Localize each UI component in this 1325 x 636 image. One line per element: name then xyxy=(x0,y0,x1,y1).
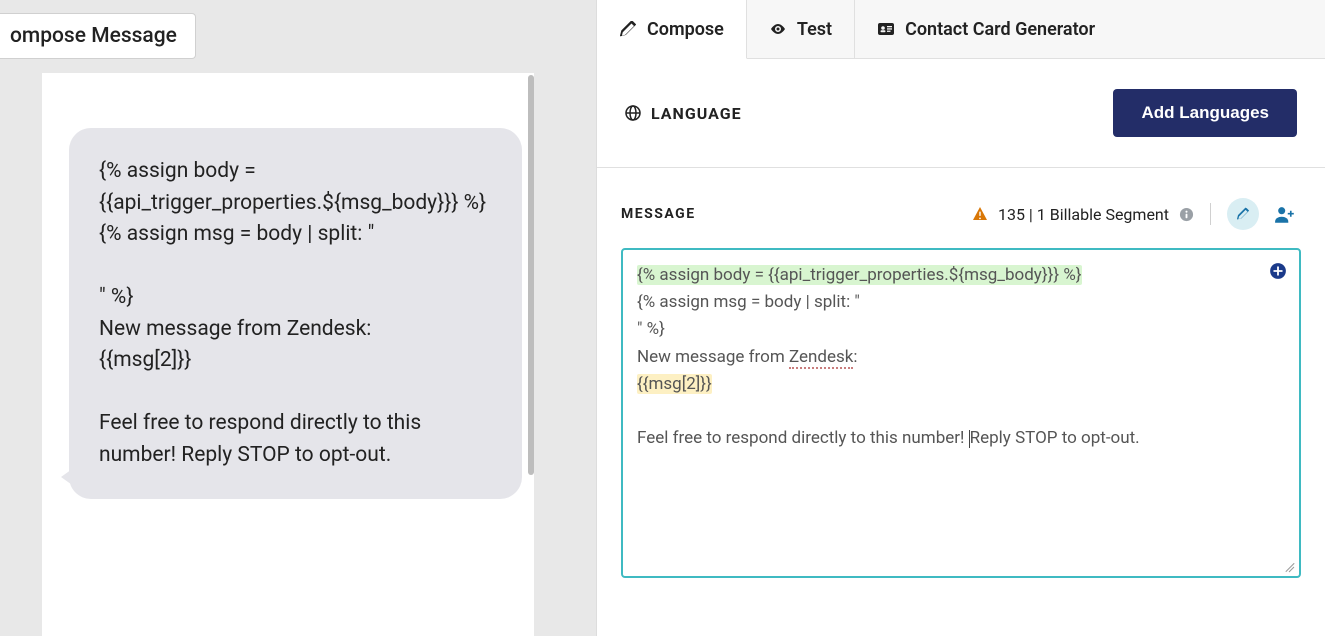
add-languages-label: Add Languages xyxy=(1141,103,1269,122)
editor-line-1: {% assign body = {{api_trigger_propertie… xyxy=(637,265,1082,285)
divider xyxy=(1210,203,1211,225)
compose-message-tab[interactable]: ompose Message xyxy=(0,13,196,59)
card-icon xyxy=(877,20,895,38)
preview-scroll-area[interactable]: {% assign body = {{api_trigger_propertie… xyxy=(42,73,528,636)
add-variable-button[interactable] xyxy=(1269,262,1287,280)
user-plus-icon xyxy=(1274,205,1296,223)
tab-test[interactable]: Test xyxy=(747,0,855,58)
language-label: LANGUAGE xyxy=(625,104,742,123)
tab-contact-label: Contact Card Generator xyxy=(905,19,1095,40)
warning-icon xyxy=(972,206,988,222)
preview-panel: ompose Message {% assign body = {{api_tr… xyxy=(0,0,590,636)
editor-panel: Compose Test Contact Card Generator LANG… xyxy=(596,0,1325,636)
editor-line-2: {% assign msg = body | split: " xyxy=(637,289,1285,316)
add-languages-button[interactable]: Add Languages xyxy=(1113,89,1297,137)
language-label-text: LANGUAGE xyxy=(651,104,742,123)
editor-line-6: {{msg[2]}} xyxy=(637,374,712,394)
compose-message-tab-label: ompose Message xyxy=(10,24,177,48)
message-editor[interactable]: {% assign body = {{api_trigger_propertie… xyxy=(621,248,1301,578)
plus-circle-icon xyxy=(1269,262,1287,280)
globe-icon xyxy=(625,105,641,121)
tabs-bar: Compose Test Contact Card Generator xyxy=(597,0,1325,59)
tab-compose[interactable]: Compose xyxy=(597,0,747,59)
tab-compose-label: Compose xyxy=(647,19,724,40)
sms-preview-bubble: {% assign body = {{api_trigger_propertie… xyxy=(69,128,522,499)
message-meta: 135 | 1 Billable Segment xyxy=(972,198,1301,230)
message-section: MESSAGE 135 | 1 Billable Segment xyxy=(597,168,1325,578)
editor-line-8: Feel free to respond directly to this nu… xyxy=(637,425,1285,452)
eye-icon xyxy=(769,20,787,38)
scrollbar-thumb[interactable] xyxy=(528,75,534,475)
message-header: MESSAGE 135 | 1 Billable Segment xyxy=(621,198,1301,230)
editor-line-4: " %} xyxy=(637,316,1285,343)
tab-test-label: Test xyxy=(797,19,832,40)
info-icon[interactable] xyxy=(1179,207,1194,222)
pencil-icon xyxy=(619,20,637,38)
preview-container: {% assign body = {{api_trigger_propertie… xyxy=(42,73,534,636)
message-label: MESSAGE xyxy=(621,206,696,222)
segment-count-text: 135 | 1 Billable Segment xyxy=(998,205,1169,224)
language-row: LANGUAGE Add Languages xyxy=(597,59,1325,168)
editor-line-7 xyxy=(637,398,1285,425)
editor-line-5: New message from Zendesk: xyxy=(637,344,1285,371)
sms-preview-text: {% assign body = {{api_trigger_propertie… xyxy=(99,159,486,467)
add-user-button[interactable] xyxy=(1269,198,1301,230)
resize-handle[interactable] xyxy=(1284,561,1296,573)
tab-contact-card[interactable]: Contact Card Generator xyxy=(855,0,1117,58)
edit-mode-button[interactable] xyxy=(1227,198,1259,230)
pencil-icon xyxy=(1237,205,1249,223)
